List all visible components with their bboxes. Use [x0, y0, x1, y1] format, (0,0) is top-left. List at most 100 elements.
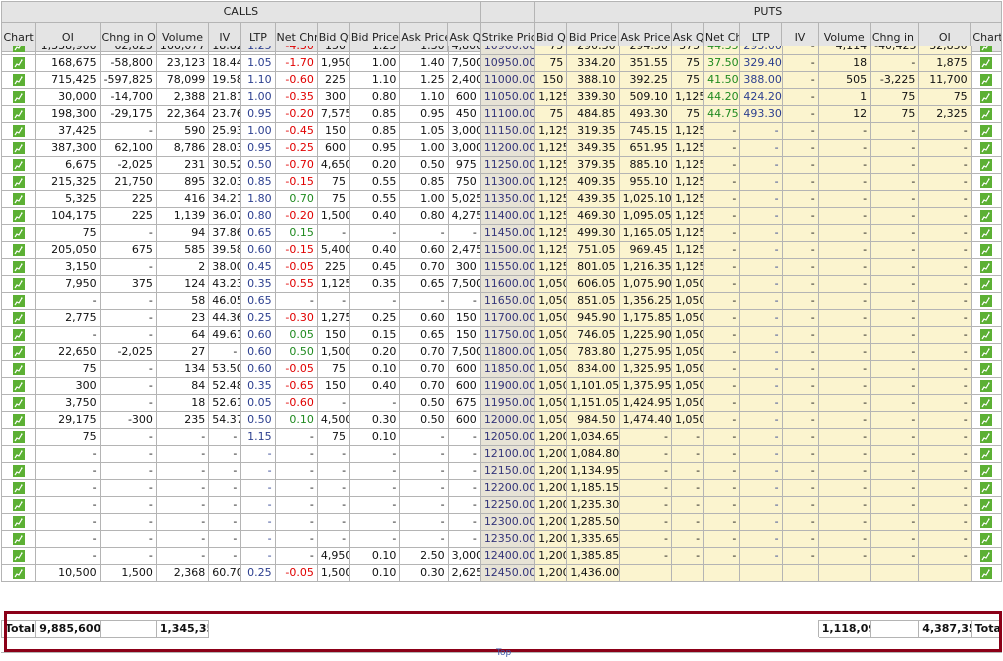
- chart-trend-icon[interactable]: [980, 91, 993, 103]
- chart-trend-icon[interactable]: [980, 448, 993, 460]
- chart-trend-icon[interactable]: [12, 176, 25, 188]
- put-chart-cell[interactable]: [970, 513, 1003, 531]
- chart-trend-icon[interactable]: [980, 74, 993, 86]
- chart-trend-icon[interactable]: [980, 108, 993, 120]
- put-chart-cell[interactable]: [970, 190, 1003, 208]
- call-chart-cell[interactable]: [0, 547, 37, 565]
- put-chart-cell[interactable]: [970, 445, 1003, 463]
- strike-price[interactable]: 12450.00: [479, 564, 536, 582]
- chart-trend-icon[interactable]: [980, 46, 993, 52]
- call-chart-cell[interactable]: [0, 224, 37, 242]
- chart-trend-icon[interactable]: [12, 91, 25, 103]
- chart-trend-icon[interactable]: [12, 533, 25, 545]
- strike-price[interactable]: 11900.00: [479, 377, 536, 395]
- call-chart-cell[interactable]: [0, 122, 37, 140]
- strike-price[interactable]: 12100.00: [479, 445, 536, 463]
- call-chart-cell[interactable]: [0, 479, 37, 497]
- strike-price[interactable]: 11800.00: [479, 343, 536, 361]
- chart-trend-icon[interactable]: [12, 108, 25, 120]
- strike-price[interactable]: 11350.00: [479, 190, 536, 208]
- strike-price[interactable]: 11950.00: [479, 394, 536, 412]
- put-chart-cell[interactable]: [970, 428, 1003, 446]
- strike-price[interactable]: 10950.00: [479, 54, 536, 72]
- chart-trend-icon[interactable]: [980, 227, 993, 239]
- put-chart-cell[interactable]: [970, 105, 1003, 123]
- call-chart-cell[interactable]: [0, 71, 37, 89]
- call-chart-cell[interactable]: [0, 258, 37, 276]
- put-chart-cell[interactable]: [970, 326, 1003, 344]
- chart-trend-icon[interactable]: [12, 346, 25, 358]
- strike-price[interactable]: 12350.00: [479, 530, 536, 548]
- chart-trend-icon[interactable]: [12, 550, 25, 562]
- chart-trend-icon[interactable]: [12, 261, 25, 273]
- call-chart-cell[interactable]: [0, 105, 37, 123]
- call-chart-cell[interactable]: [0, 428, 37, 446]
- call-chart-cell[interactable]: [0, 326, 37, 344]
- call-chart-cell[interactable]: [0, 275, 37, 293]
- put-chart-cell[interactable]: [970, 360, 1003, 378]
- strike-price[interactable]: 11850.00: [479, 360, 536, 378]
- put-chart-cell[interactable]: [970, 411, 1003, 429]
- strike-price[interactable]: 11550.00: [479, 258, 536, 276]
- strike-price[interactable]: 12150.00: [479, 462, 536, 480]
- put-chart-cell[interactable]: [970, 122, 1003, 140]
- put-chart-cell[interactable]: [970, 377, 1003, 395]
- strike-price[interactable]: 11700.00: [479, 309, 536, 327]
- chart-trend-icon[interactable]: [12, 465, 25, 477]
- call-chart-cell[interactable]: [0, 173, 37, 191]
- put-chart-cell[interactable]: [970, 224, 1003, 242]
- strike-price[interactable]: 11200.00: [479, 139, 536, 157]
- put-chart-cell[interactable]: [970, 479, 1003, 497]
- chart-trend-icon[interactable]: [980, 414, 993, 426]
- chart-trend-icon[interactable]: [12, 329, 25, 341]
- chart-trend-icon[interactable]: [980, 312, 993, 324]
- chart-trend-icon[interactable]: [980, 550, 993, 562]
- chart-trend-icon[interactable]: [12, 193, 25, 205]
- call-chart-cell[interactable]: [0, 445, 37, 463]
- chart-trend-icon[interactable]: [980, 465, 993, 477]
- chart-trend-icon[interactable]: [12, 125, 25, 137]
- chart-trend-icon[interactable]: [12, 227, 25, 239]
- chart-trend-icon[interactable]: [980, 176, 993, 188]
- call-chart-cell[interactable]: [0, 530, 37, 548]
- put-chart-cell[interactable]: [970, 156, 1003, 174]
- chart-trend-icon[interactable]: [12, 431, 25, 443]
- call-chart-cell[interactable]: [0, 156, 37, 174]
- chart-trend-icon[interactable]: [12, 57, 25, 69]
- call-chart-cell[interactable]: [0, 394, 37, 412]
- strike-price[interactable]: 11000.00: [479, 71, 536, 89]
- chart-trend-icon[interactable]: [12, 363, 25, 375]
- call-chart-cell[interactable]: [0, 88, 37, 106]
- strike-price[interactable]: 11650.00: [479, 292, 536, 310]
- strike-price[interactable]: 12200.00: [479, 479, 536, 497]
- chart-trend-icon[interactable]: [980, 346, 993, 358]
- strike-price[interactable]: 11050.00: [479, 88, 536, 106]
- put-chart-cell[interactable]: [970, 394, 1003, 412]
- chart-trend-icon[interactable]: [12, 397, 25, 409]
- put-chart-cell[interactable]: [970, 241, 1003, 259]
- chart-trend-icon[interactable]: [12, 567, 25, 579]
- call-chart-cell[interactable]: [0, 292, 37, 310]
- chart-trend-icon[interactable]: [980, 533, 993, 545]
- put-chart-cell[interactable]: [970, 530, 1003, 548]
- call-chart-cell[interactable]: [0, 139, 37, 157]
- call-chart-cell[interactable]: [0, 360, 37, 378]
- chart-trend-icon[interactable]: [980, 57, 993, 69]
- put-chart-cell[interactable]: [970, 207, 1003, 225]
- chart-trend-icon[interactable]: [12, 159, 25, 171]
- put-chart-cell[interactable]: [970, 54, 1003, 72]
- chart-trend-icon[interactable]: [12, 482, 25, 494]
- put-chart-cell[interactable]: [970, 71, 1003, 89]
- chart-trend-icon[interactable]: [980, 567, 993, 579]
- option-chain-body[interactable]: 1,338,90062,625166,07718.821.25-4.301501…: [0, 46, 1003, 611]
- call-chart-cell[interactable]: [0, 309, 37, 327]
- chart-trend-icon[interactable]: [980, 210, 993, 222]
- strike-price[interactable]: 12000.00: [479, 411, 536, 429]
- chart-trend-icon[interactable]: [980, 278, 993, 290]
- call-chart-cell[interactable]: [0, 411, 37, 429]
- strike-price[interactable]: 12250.00: [479, 496, 536, 514]
- call-chart-cell[interactable]: [0, 190, 37, 208]
- strike-price[interactable]: 11450.00: [479, 224, 536, 242]
- call-chart-cell[interactable]: [0, 496, 37, 514]
- put-chart-cell[interactable]: [970, 462, 1003, 480]
